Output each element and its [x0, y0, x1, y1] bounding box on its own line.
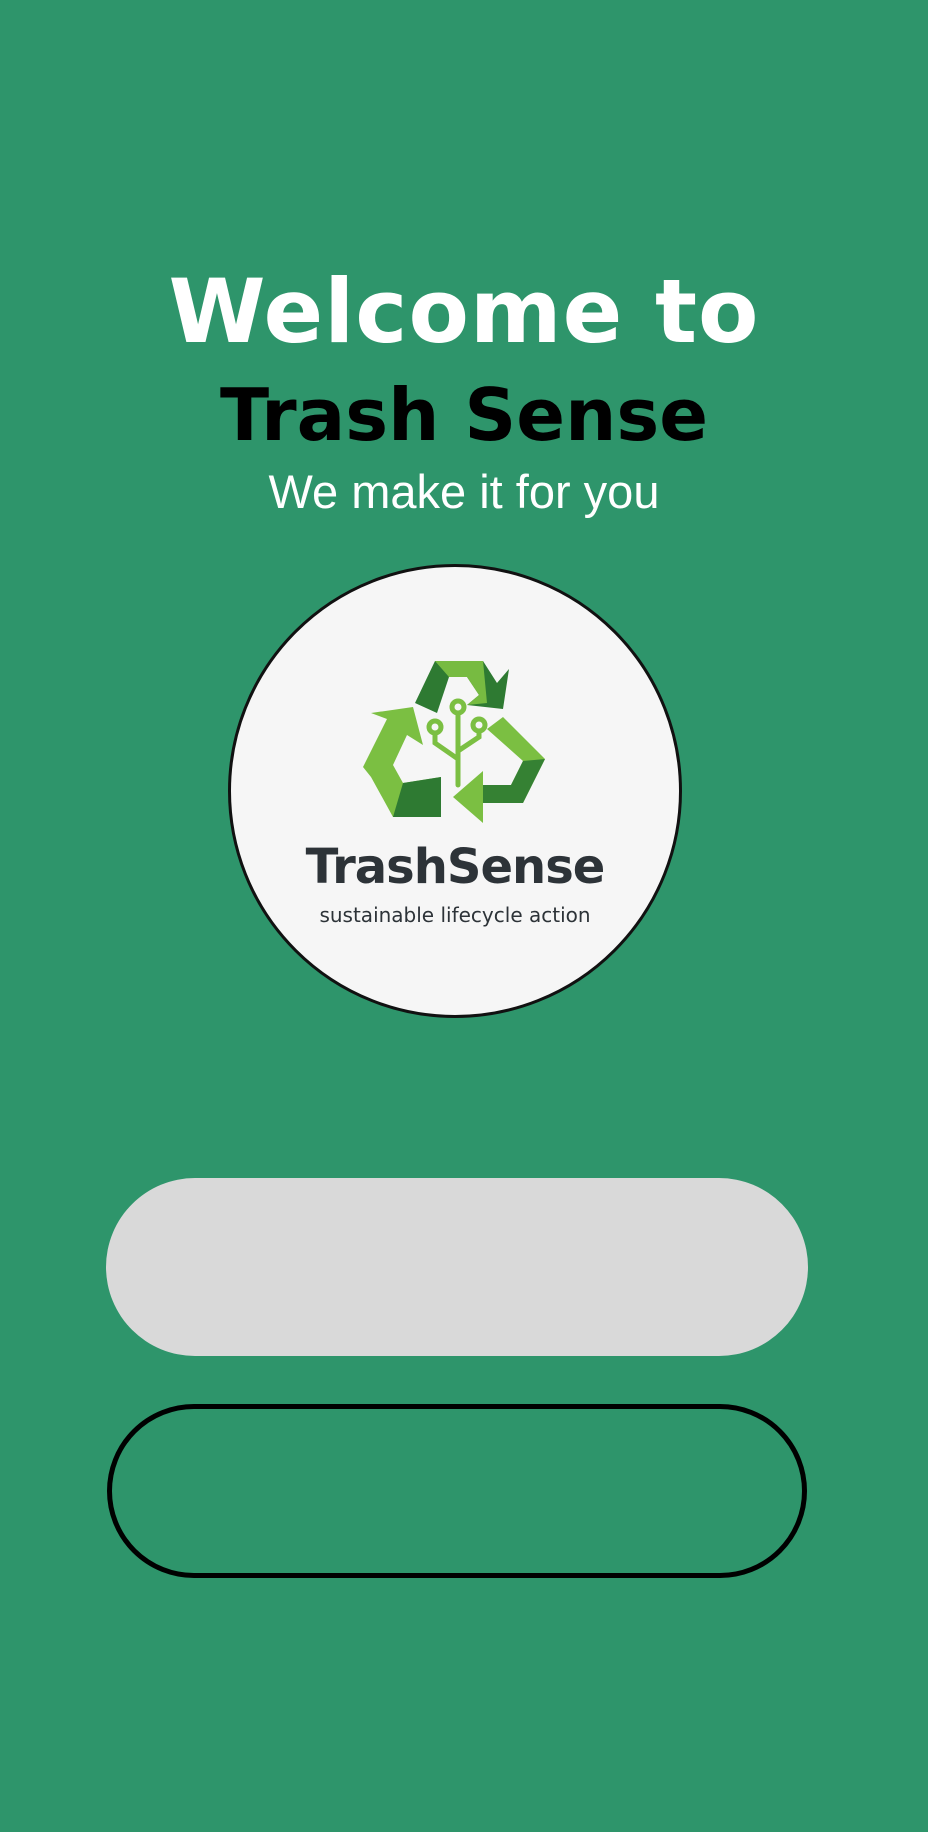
welcome-screen: Welcome to Trash Sense We make it for yo… — [0, 0, 928, 1832]
logo-wordmark: TrashSense — [305, 839, 606, 895]
secondary-button[interactable] — [107, 1404, 807, 1578]
welcome-heading: Welcome to — [168, 260, 760, 363]
app-name-heading: Trash Sense — [219, 373, 709, 457]
logo-subtitle: sustainable lifecycle action — [319, 903, 591, 927]
tagline: We make it for you — [268, 465, 660, 518]
primary-button[interactable] — [106, 1178, 808, 1356]
recycle-circuit-icon — [363, 661, 545, 823]
app-logo: TrashSense sustainable lifecycle action — [228, 564, 682, 1018]
